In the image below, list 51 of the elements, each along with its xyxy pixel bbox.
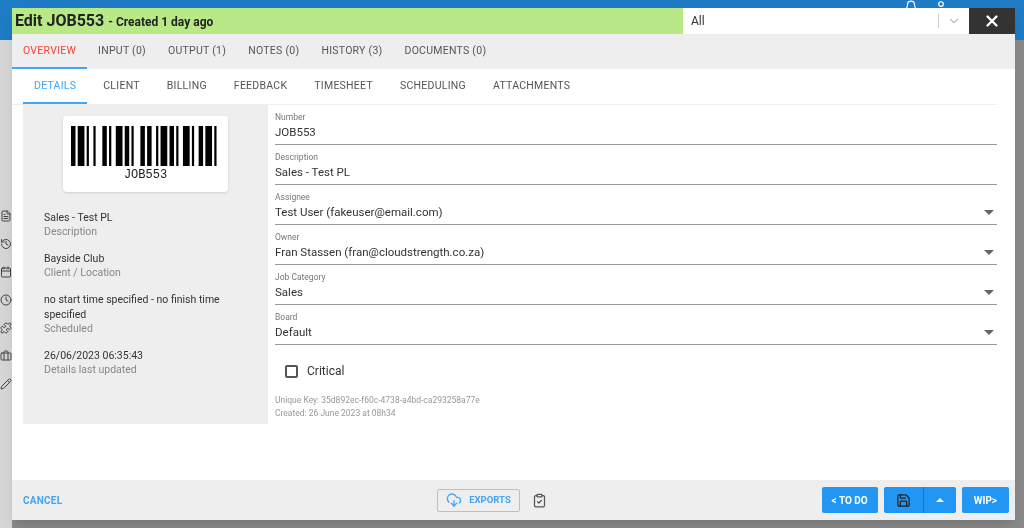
sidebar-icon[interactable]	[0, 322, 12, 334]
subtab[interactable]: FEEDBACK	[222, 69, 299, 104]
sidebar-icon[interactable]	[0, 266, 12, 278]
tab[interactable]: NOTES (0)	[237, 34, 311, 69]
select-field[interactable]: Assignee Test User (fakeuser@email.com)	[275, 185, 997, 225]
modal-title: Edit JOB553	[15, 10, 105, 32]
sidebar-icon[interactable]	[0, 378, 12, 390]
save-button[interactable]	[883, 487, 924, 513]
caret-up-icon	[935, 498, 944, 502]
input-field[interactable]: Number JOB553	[275, 105, 997, 145]
tab[interactable]: DOCUMENTS (0)	[393, 34, 498, 69]
dropdown-arrow-icon	[984, 209, 994, 215]
tab[interactable]: INPUT (0)	[87, 34, 158, 69]
summary-value: Bayside Club	[44, 251, 106, 266]
subtab[interactable]: ATTACHMENTS	[482, 69, 582, 104]
summary-value: no start time specified - no finish time specified	[44, 292, 221, 322]
dropdown-arrow-icon	[984, 329, 994, 335]
summary-value: Sales - Test PL	[44, 210, 114, 225]
subtab[interactable]: SCHEDULING	[388, 69, 477, 104]
sidebar-icon[interactable]	[0, 350, 12, 362]
save-icon	[895, 492, 911, 508]
meta-text: Created: 26 June 2023 at 08h34	[275, 407, 397, 420]
cloud-download-icon	[446, 492, 463, 508]
input-field[interactable]: Description Sales - Test PL	[275, 145, 997, 185]
dropdown-arrow-icon	[984, 249, 994, 255]
summary-caption: Details last updated	[44, 363, 138, 377]
barcode-number: JOB553	[123, 167, 168, 184]
sidebar-icon[interactable]	[0, 294, 12, 306]
close-icon	[983, 12, 1001, 30]
summary-caption: Description	[44, 225, 99, 239]
sidebar-icon[interactable]	[0, 210, 12, 222]
tab[interactable]: HISTORY (3)	[310, 34, 394, 69]
subtab[interactable]: CLIENT	[92, 69, 151, 104]
subtab[interactable]: TIMESHEET	[303, 69, 384, 104]
meta-text: Unique Key: 35d892ec-f60c-4738-a4bd-ca293258a77e	[275, 394, 481, 407]
critical-checkbox[interactable]	[285, 364, 298, 378]
sidebar-icon[interactable]	[0, 238, 12, 250]
select-field[interactable]: Job Category Sales	[275, 265, 997, 305]
summary-caption: Client / Location	[44, 266, 122, 280]
modal-subtitle: - Created 1 day ago	[108, 14, 214, 31]
summary-caption: Scheduled	[44, 322, 94, 336]
dropdown-arrow-icon	[984, 289, 994, 295]
summary-value: 26/06/2023 06:35:43	[44, 348, 144, 363]
close-button[interactable]	[969, 8, 1015, 34]
filter-select[interactable]: All	[683, 8, 969, 34]
subtab[interactable]: BILLING	[155, 69, 218, 104]
select-field[interactable]: Board Default	[275, 305, 997, 345]
tab[interactable]: OUTPUT (1)	[157, 34, 238, 69]
clipboard-check-icon[interactable]	[531, 492, 547, 508]
checkbox-label: Critical	[307, 363, 345, 380]
select-field[interactable]: Owner Fran Stassen (fran@cloudstrength.co.za)	[275, 225, 997, 265]
